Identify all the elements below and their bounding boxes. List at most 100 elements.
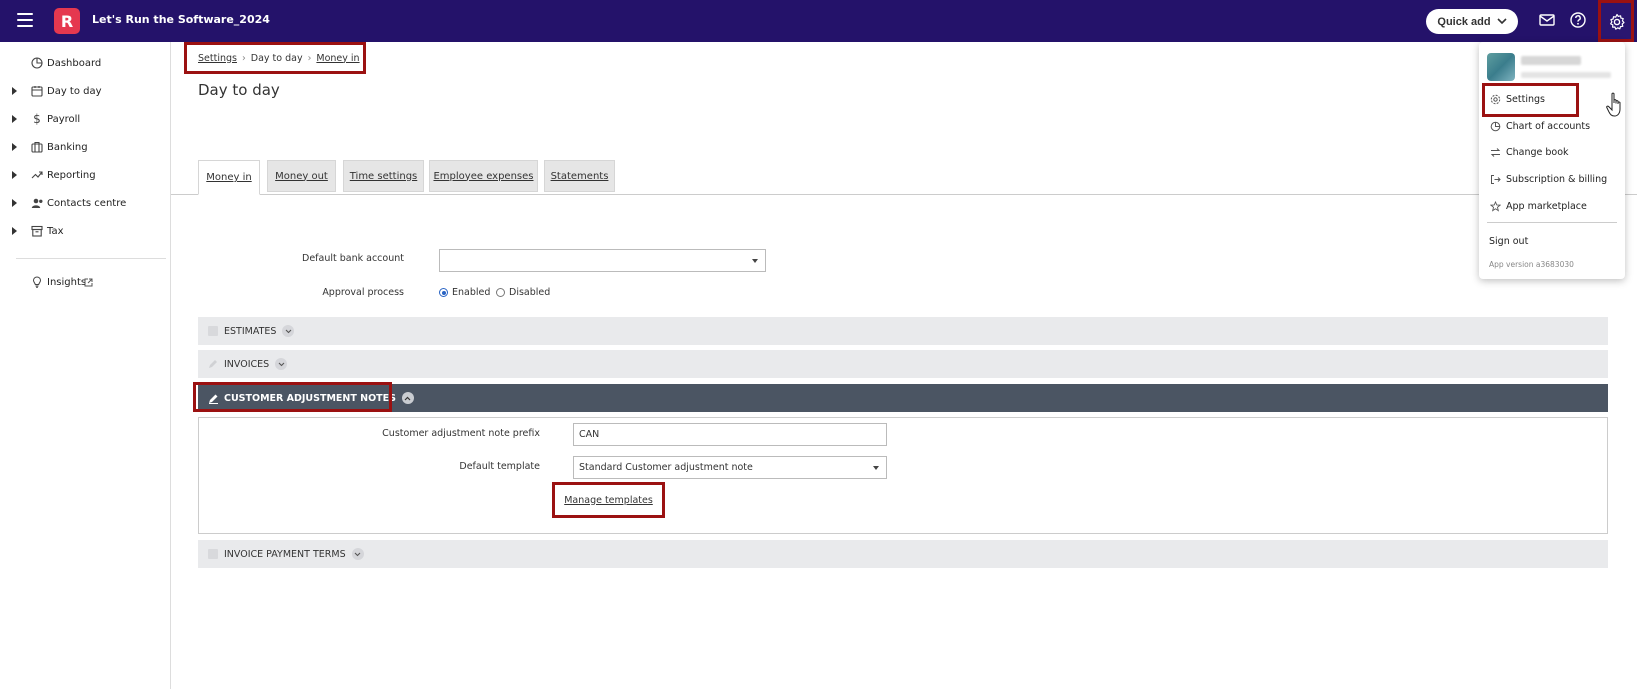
sidebar-item-label: Contacts centre [47,197,127,209]
section-invoice-payment-terms[interactable]: INVOICE PAYMENT TERMS [198,540,1608,568]
manage-templates-link[interactable]: Manage templates [552,482,665,518]
chevron-down-icon[interactable] [282,325,295,337]
sidebar-item-reporting[interactable]: Reporting [4,165,164,185]
menu-item-app-marketplace[interactable]: App marketplace [1489,197,1619,215]
swap-icon [1489,146,1501,158]
archive-icon [30,224,44,238]
radio-unselected-icon [496,288,505,297]
sidebar-item-insights[interactable]: Insights [4,272,164,292]
breadcrumb-money-in[interactable]: Money in [316,53,359,64]
default-template-value: Standard Customer adjustment note [579,462,753,473]
app-title: Let's Run the Software_2024 [92,13,270,26]
approval-enabled-radio[interactable]: Enabled [439,287,490,298]
sidebar-item-day-to-day[interactable]: Day to day [4,81,164,101]
section-title: ESTIMATES [224,325,277,337]
sidebar-item-label: Banking [47,141,88,153]
breadcrumb-day-to-day: Day to day [250,52,303,64]
settings-dropdown-menu: Settings Chart of accounts Change book S… [1479,42,1625,279]
chevron-up-icon[interactable] [401,392,414,404]
tab-employee-expenses[interactable]: Employee expenses [429,160,538,192]
external-link-icon [84,278,93,286]
menu-item-change-book[interactable]: Change book [1489,143,1619,161]
app-logo[interactable]: R [54,8,80,34]
estimates-icon [208,326,218,336]
can-prefix-input[interactable] [573,423,887,446]
top-bar: R Let's Run the Software_2024 Quick add [0,0,1637,42]
settings-gear-button[interactable] [1598,0,1634,42]
settings-tabs: Money in Money out Time settings Employe… [171,160,1637,195]
menu-icon[interactable] [17,13,33,27]
approval-disabled-radio[interactable]: Disabled [496,287,550,298]
menu-item-label: Chart of accounts [1506,120,1591,132]
trend-icon [30,168,44,182]
expand-caret-icon[interactable] [12,143,17,151]
section-customer-adjustment-notes[interactable]: CUSTOMER ADJUSTMENT NOTES [198,384,1608,412]
tab-time-settings[interactable]: Time settings [343,160,424,192]
menu-item-subscription-billing[interactable]: Subscription & billing [1489,170,1619,188]
mail-icon[interactable] [1538,11,1558,31]
gear-icon [1610,13,1625,30]
breadcrumb-settings[interactable]: Settings [198,53,237,64]
approval-enabled-label: Enabled [452,287,491,298]
blurred-user-email [1521,72,1611,78]
sign-out-arrow-icon [1489,173,1501,185]
menu-item-sign-out[interactable]: Sign out [1489,232,1619,250]
chevron-down-icon[interactable] [351,548,364,560]
tab-money-out[interactable]: Money out [267,160,336,192]
lightbulb-icon [30,275,44,289]
hand-cursor-icon [1606,92,1621,117]
dropdown-arrow-icon [752,259,758,263]
sidebar: Dashboard Day to day $ Payroll Banking R… [4,42,171,689]
star-icon [1489,200,1501,212]
sidebar-item-label: Day to day [47,85,102,97]
default-bank-account-label: Default bank account [302,253,404,264]
default-template-label: Default template [459,461,540,472]
menu-item-label: App marketplace [1506,200,1587,212]
menu-item-label: Sign out [1489,235,1529,247]
breadcrumb: Settings › Day to day › Money in [184,42,366,74]
section-title: INVOICES [224,358,270,370]
sidebar-item-banking[interactable]: Banking [4,137,164,157]
expand-caret-icon[interactable] [12,115,17,123]
approval-process-label: Approval process [322,287,404,298]
sidebar-item-label: Insights [47,276,87,288]
quick-add-button[interactable]: Quick add [1426,9,1518,34]
sidebar-item-contacts-centre[interactable]: Contacts centre [4,193,164,213]
menu-item-label: Change book [1506,146,1569,158]
chevron-down-icon[interactable] [275,358,288,370]
tab-money-in[interactable]: Money in [198,160,260,195]
dropdown-arrow-icon [873,466,879,470]
expand-caret-icon[interactable] [12,171,17,179]
app-version: App version a3683030 [1489,260,1574,269]
default-bank-account-select[interactable] [439,249,766,272]
avatar [1487,53,1515,81]
menu-item-label: Subscription & billing [1506,173,1608,185]
expand-caret-icon[interactable] [12,199,17,207]
chevron-down-icon [1497,18,1507,25]
dollar-icon: $ [33,112,41,126]
help-icon[interactable] [1569,11,1589,31]
menu-divider [1487,222,1617,223]
default-template-select[interactable]: Standard Customer adjustment note [573,456,887,479]
radio-selected-icon [439,288,448,297]
sidebar-item-payroll[interactable]: $ Payroll [4,109,164,129]
quick-add-label: Quick add [1437,15,1491,28]
blurred-user-name [1521,56,1581,65]
section-estimates[interactable]: ESTIMATES [198,317,1608,345]
sidebar-item-label: Tax [47,225,64,237]
approval-disabled-label: Disabled [509,287,551,298]
calendar-icon [30,84,44,98]
sidebar-item-dashboard[interactable]: Dashboard [4,53,164,73]
sidebar-item-tax[interactable]: Tax [4,221,164,241]
expand-caret-icon[interactable] [12,227,17,235]
tab-statements[interactable]: Statements [544,160,615,192]
can-prefix-label: Customer adjustment note prefix [382,428,540,439]
expand-caret-icon[interactable] [12,87,17,95]
menu-item-chart-of-accounts[interactable]: Chart of accounts [1489,117,1619,135]
sidebar-item-label: Payroll [47,113,81,125]
sidebar-item-label: Dashboard [47,57,102,69]
sidebar-divider [16,258,166,259]
section-invoices[interactable]: INVOICES [198,350,1608,378]
page-title: Day to day [198,81,280,99]
annotation-highlight-box [1482,83,1579,117]
